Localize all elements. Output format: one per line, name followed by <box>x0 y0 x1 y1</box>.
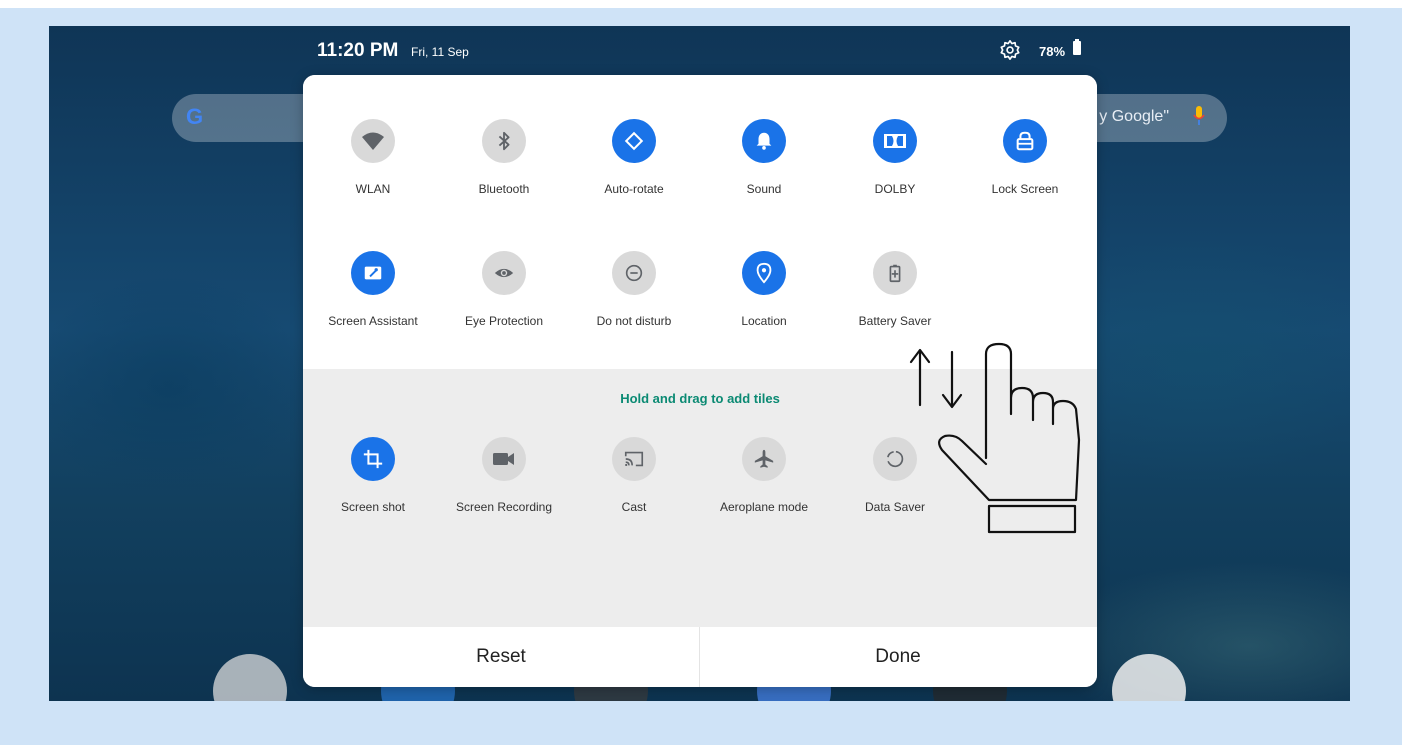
tile-label: Cast <box>621 500 647 514</box>
tile-label: Auto-rotate <box>604 182 664 196</box>
video-camera-icon <box>482 437 526 481</box>
bluetooth-icon <box>482 119 526 163</box>
cast-icon <box>612 437 656 481</box>
tile-sound[interactable]: Sound <box>699 119 829 196</box>
tile-screen-shot[interactable]: Screen shot <box>308 437 438 514</box>
do-not-disturb-icon <box>612 251 656 295</box>
tile-lock-screen[interactable]: Lock Screen <box>960 119 1090 196</box>
tile-battery-saver[interactable]: Battery Saver <box>830 251 960 328</box>
tile-label: Eye Protection <box>464 314 544 328</box>
drag-gesture-hand-icon <box>909 342 1081 534</box>
tile-aeroplane-mode[interactable]: Aeroplane mode <box>699 437 829 514</box>
tile-label: WLAN <box>355 182 391 196</box>
google-logo: G <box>186 104 204 129</box>
tile-label: DOLBY <box>874 182 916 196</box>
tile-label: Sound <box>746 182 782 196</box>
status-time: 11:20 PM <box>317 40 399 61</box>
done-button[interactable]: Done <box>700 627 1096 687</box>
wrench-icon <box>351 251 395 295</box>
tile-wlan[interactable]: WLAN <box>308 119 438 196</box>
auto-rotate-icon <box>612 119 656 163</box>
tile-label: Location <box>741 314 787 328</box>
bell-icon <box>742 119 786 163</box>
tile-dolby[interactable]: DOLBY <box>830 119 960 196</box>
wifi-icon <box>351 119 395 163</box>
search-hint-text: y Google" <box>1099 108 1169 125</box>
tile-screen-assistant[interactable]: Screen Assistant <box>308 251 438 328</box>
tile-eye-protection[interactable]: Eye Protection <box>439 251 569 328</box>
reset-button[interactable]: Reset <box>303 627 700 687</box>
battery-icon <box>1073 39 1081 55</box>
location-pin-icon <box>742 251 786 295</box>
tile-do-not-disturb[interactable]: Do not disturb <box>569 251 699 328</box>
status-bar: 11:20 PM Fri, 11 Sep 78% <box>49 26 1350 76</box>
google-apps-folder-icon[interactable] <box>213 654 287 701</box>
tile-cast[interactable]: Cast <box>569 437 699 514</box>
tile-label: Lock Screen <box>991 182 1059 196</box>
tile-location[interactable]: Location <box>699 251 829 328</box>
play-store-icon[interactable] <box>1112 654 1186 701</box>
tile-label: Screen Recording <box>455 500 553 514</box>
microphone-icon[interactable] <box>1193 106 1205 126</box>
tile-label: Aeroplane mode <box>719 500 809 514</box>
dolby-icon <box>873 119 917 163</box>
airplane-icon <box>742 437 786 481</box>
top-frame-border <box>0 0 1402 8</box>
tile-label: Bluetooth <box>478 182 530 196</box>
battery-percentage: 78% <box>1039 44 1066 59</box>
tile-label: Screen Assistant <box>328 314 418 328</box>
tile-label: Screen shot <box>340 500 406 514</box>
tile-screen-recording[interactable]: Screen Recording <box>439 437 569 514</box>
status-date: Fri, 11 Sep <box>411 45 469 59</box>
eye-icon <box>482 251 526 295</box>
battery-saver-icon <box>873 251 917 295</box>
crop-icon <box>351 437 395 481</box>
settings-gear-icon[interactable] <box>999 39 1021 61</box>
tile-bluetooth[interactable]: Bluetooth <box>439 119 569 196</box>
lock-icon <box>1003 119 1047 163</box>
tile-label: Do not disturb <box>596 314 672 328</box>
tile-label: Battery Saver <box>858 314 932 328</box>
editor-button-bar: Reset Done <box>303 627 1097 687</box>
tile-auto-rotate[interactable]: Auto-rotate <box>569 119 699 196</box>
